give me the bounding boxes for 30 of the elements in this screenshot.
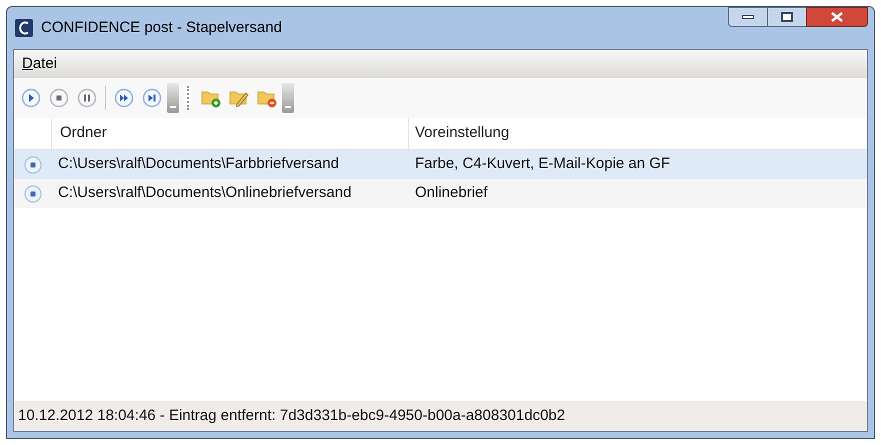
close-button[interactable] — [806, 7, 868, 27]
status-dot-icon — [24, 156, 42, 174]
caret-icon — [170, 106, 176, 109]
toolbar-overflow-button[interactable] — [282, 83, 294, 113]
table-cell-text: Onlinebrief — [414, 183, 489, 204]
status-dot-icon — [24, 184, 42, 202]
maximize-button[interactable] — [768, 7, 806, 27]
fast-forward-icon — [114, 88, 134, 108]
table-cell-text: Farbe, C4-Kuvert, E-Mail-Kopie an GF — [414, 154, 672, 174]
skip-end-icon — [142, 88, 162, 108]
table-row[interactable]: C:\Users\ralf\Documents\Farbbriefversand Farbe, C4-Kuvert, E-Mail-Kopie an GF — [14, 150, 867, 179]
pause-icon — [77, 88, 97, 108]
close-icon — [831, 12, 843, 22]
maximize-icon — [781, 12, 793, 22]
table-cell-text: C:\Users\ralf\Documents\Farbbriefversand — [57, 154, 340, 174]
table-cell-text: C:\Users\ralf\Documents\Onlinebriefversand — [57, 183, 352, 204]
toolbar-grip[interactable] — [187, 86, 190, 110]
column-header[interactable]: Voreinstellung — [409, 118, 867, 149]
window-title: CONFIDENCE post - Stapelversand — [41, 18, 282, 38]
toolbar-overflow-button[interactable] — [167, 83, 179, 113]
status-bar-text: 10.12.2012 18:04:46 - Eintrag entfernt: 7d3d331b-ebc9-4950-b00a-a808301dc0b2 — [18, 406, 566, 426]
play-icon — [21, 88, 41, 108]
column-header[interactable]: Ordner — [52, 118, 409, 149]
caret-icon — [285, 106, 291, 109]
menu-item[interactable]: Datei — [19, 52, 60, 76]
stop-icon — [49, 88, 69, 108]
app-logo-icon — [15, 19, 33, 37]
minimize-button[interactable] — [728, 7, 768, 27]
minimize-icon — [742, 15, 754, 19]
table-row[interactable]: C:\Users\ralf\Documents\Onlinebriefversand Onlinebrief — [14, 179, 867, 208]
